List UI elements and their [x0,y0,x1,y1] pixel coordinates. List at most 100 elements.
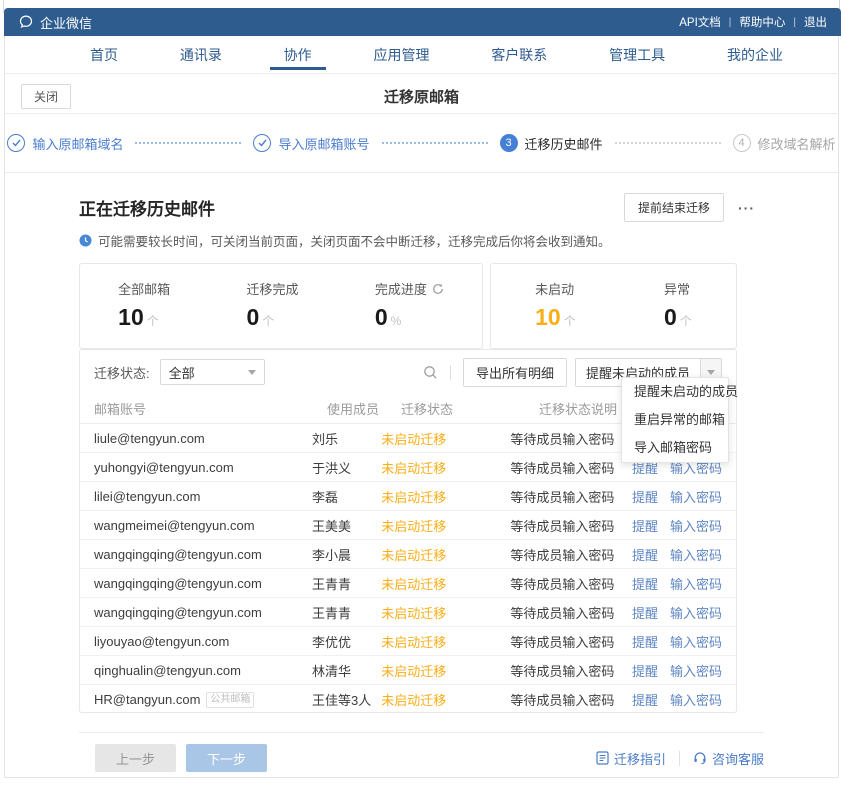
cell-member: 王美美 [312,516,381,535]
step-label: 迁移历史邮件 [525,134,603,153]
footer-links: 迁移指引 咨询客服 [596,749,764,768]
row-remind-link[interactable]: 提醒 [632,574,658,593]
nav-item-my-company[interactable]: 我的企业 [727,36,783,73]
topbar: 企业微信 API文档 | 帮助中心 | 退出 [4,8,841,36]
stat-label: 迁移完成 [246,279,298,298]
step-number-icon: 4 [733,134,751,152]
bulk-action-dropdown: 提醒未启动的成员 重启异常的邮箱 导入邮箱密码 [621,377,729,463]
row-enter-password-link[interactable]: 输入密码 [670,632,722,651]
row-remind-link[interactable]: 提醒 [632,545,658,564]
cell-actions: 提醒输入密码 [632,574,736,593]
cell-status: 未启动迁移 [381,458,510,477]
table-row: wangqingqing@tengyun.com 李小晨 未启动迁移 等待成员输… [80,540,736,569]
app-window: 企业微信 API文档 | 帮助中心 | 退出 首页 通讯录 协作 应用管理 客户… [4,8,839,778]
filter-label: 迁移状态: [94,363,150,382]
cell-email: HR@tangyun.com 公共邮箱 [80,692,312,708]
nav-item-app-management[interactable]: 应用管理 [373,36,429,73]
stats-card-issues: 未启动 10个 异常 0个 [490,263,737,349]
row-enter-password-link[interactable]: 输入密码 [670,516,722,535]
row-remind-link[interactable]: 提醒 [632,632,658,651]
footer-divider [79,732,764,733]
help-center-link[interactable]: 帮助中心 [739,14,785,30]
cell-email: liule@tengyun.com [80,431,312,446]
export-details-button[interactable]: 导出所有明细 [463,358,567,387]
nav-item-contacts[interactable]: 通讯录 [180,36,222,73]
step-4: 4 修改域名解析 [733,134,836,153]
check-circle-icon [253,134,271,152]
cell-status-desc: 等待成员输入密码 [510,545,632,564]
cell-member: 李小晨 [312,545,381,564]
cell-status-desc: 等待成员输入密码 [510,458,632,477]
previous-step-button[interactable]: 上一步 [95,744,176,772]
row-enter-password-link[interactable]: 输入密码 [670,661,722,680]
cell-member: 王青青 [312,574,381,593]
row-enter-password-link[interactable]: 输入密码 [670,574,722,593]
row-enter-password-link[interactable]: 输入密码 [670,603,722,622]
refresh-icon[interactable] [432,283,444,295]
menu-item-import-passwords[interactable]: 导入邮箱密码 [622,434,728,462]
cell-email: lilei@tengyun.com [80,489,312,504]
row-enter-password-link[interactable]: 输入密码 [670,690,722,709]
stat-value: 0个 [664,304,692,331]
table-row: wangmeimei@tengyun.com 王美美 未启动迁移 等待成员输入密… [80,511,736,540]
table-body: liule@tengyun.com 刘乐 未启动迁移 等待成员输入密码 提醒输入… [80,424,736,714]
step-connector [615,142,721,144]
status-filter-select[interactable]: 全部 [160,359,265,385]
row-remind-link[interactable]: 提醒 [632,690,658,709]
cell-member: 林清华 [312,661,381,680]
cell-email: wangmeimei@tengyun.com [80,518,312,533]
stat-progress: 完成进度 0% [375,279,444,331]
row-remind-link[interactable]: 提醒 [632,516,658,535]
more-menu-button[interactable]: ··· [738,200,755,216]
cell-status: 未启动迁移 [381,603,510,622]
migration-guide-link[interactable]: 迁移指引 [596,749,666,768]
stat-unit: % [391,314,402,328]
cell-status: 未启动迁移 [381,545,510,564]
row-remind-link[interactable]: 提醒 [632,603,658,622]
cell-email: liyouyao@tengyun.com [80,634,312,649]
row-enter-password-link[interactable]: 输入密码 [670,487,722,506]
notice-row: 可能需要较长时间，可关闭当前页面，关闭页面不会中断迁移，迁移完成后你将会收到通知… [79,231,611,250]
wizard-buttons: 上一步 下一步 [95,744,267,772]
cell-status-desc: 等待成员输入密码 [510,690,632,709]
menu-item-remind-not-started[interactable]: 提醒未启动的成员 [622,378,728,406]
cell-status: 未启动迁移 [381,632,510,651]
nav-item-customer-contact[interactable]: 客户联系 [491,36,547,73]
end-migration-button[interactable]: 提前结束迁移 [624,193,724,222]
stat-value: 10个 [118,304,159,331]
api-docs-link[interactable]: API文档 [679,14,721,30]
row-enter-password-link[interactable]: 输入密码 [670,545,722,564]
step-connector [135,142,241,144]
stat-unit: 个 [147,314,159,328]
cell-member: 王青青 [312,603,381,622]
stat-not-started: 未启动 10个 [535,279,576,331]
nav-item-home[interactable]: 首页 [90,36,118,73]
cell-member: 王佳等3人 [312,690,381,709]
header-status: 迁移状态 [401,399,539,418]
footer: 上一步 下一步 迁移指引 咨询客服 [79,743,764,773]
row-remind-link[interactable]: 提醒 [632,661,658,680]
contact-support-link[interactable]: 咨询客服 [693,749,764,768]
step-label: 输入原邮箱域名 [32,134,123,153]
logout-link[interactable]: 退出 [804,14,827,30]
header-member: 使用成员 [327,399,401,418]
stat-label: 未启动 [535,279,574,298]
cell-status-desc: 等待成员输入密码 [510,487,632,506]
chevron-down-icon [248,370,256,375]
next-step-button[interactable]: 下一步 [186,744,267,772]
row-remind-link[interactable]: 提醒 [632,487,658,506]
notice-text: 可能需要较长时间，可关闭当前页面，关闭页面不会中断迁移，迁移完成后你将会收到通知… [98,231,611,250]
nav-item-collaboration[interactable]: 协作 [284,36,312,73]
menu-item-restart-abnormal[interactable]: 重启异常的邮箱 [622,406,728,434]
cell-status-desc: 等待成员输入密码 [510,632,632,651]
step-3-current: 3 迁移历史邮件 [500,134,603,153]
nav-item-admin-tools[interactable]: 管理工具 [609,36,665,73]
status-filter-value: 全部 [169,363,195,382]
clock-icon [79,234,92,247]
stat-value: 0% [375,304,401,331]
cell-status: 未启动迁移 [381,574,510,593]
cell-status: 未启动迁移 [381,661,510,680]
search-icon[interactable] [423,365,438,380]
stat-unit: 个 [564,314,576,328]
topbar-links: API文档 | 帮助中心 | 退出 [679,14,827,30]
